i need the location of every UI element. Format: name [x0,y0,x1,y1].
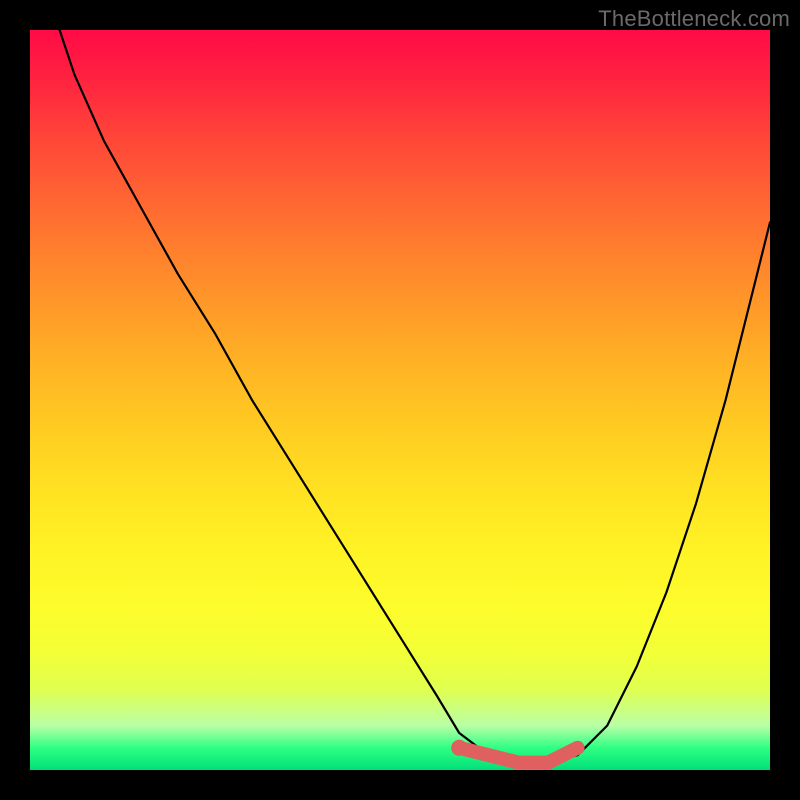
watermark-text: TheBottleneck.com [598,6,790,32]
highlight-start-dot [451,740,467,756]
plot-area [30,30,770,770]
curve-path [60,30,770,763]
chart-frame: TheBottleneck.com [0,0,800,800]
highlight-path [459,748,577,763]
chart-svg [30,30,770,770]
